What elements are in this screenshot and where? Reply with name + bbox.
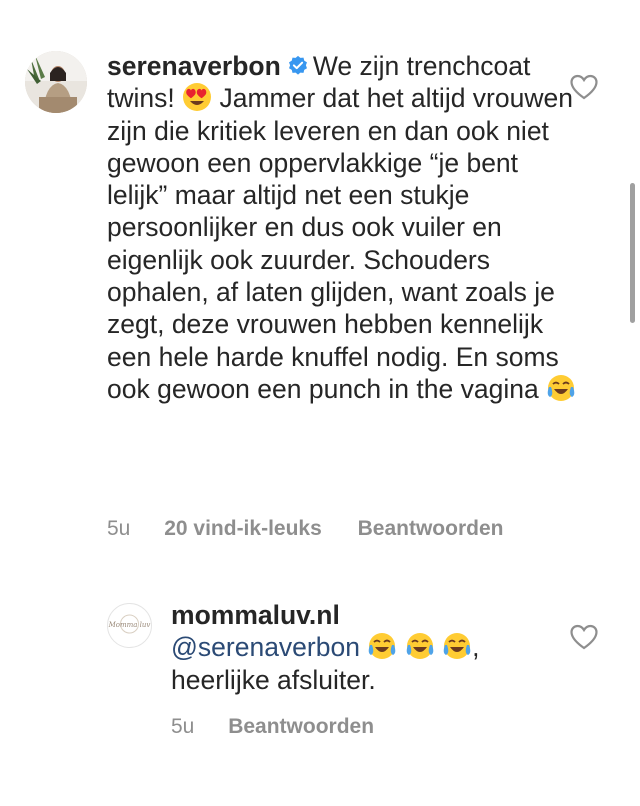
heart-eyes-emoji-icon [183, 83, 212, 112]
tears-of-joy-emoji-icon [547, 374, 575, 401]
scrollbar[interactable] [630, 183, 635, 323]
avatar[interactable] [25, 51, 87, 113]
comment-time: 5u [107, 517, 131, 540]
comment-reply-button[interactable]: Beantwoorden [358, 517, 504, 540]
comment-username[interactable]: serenaverbon [107, 51, 281, 81]
comment-text-part-2: Jammer dat het altijd vrouwen zijn die k… [107, 83, 581, 404]
like-heart-icon[interactable] [570, 74, 598, 100]
tears-of-joy-emoji-icon [443, 633, 471, 660]
reply-avatar[interactable]: Momma luv [107, 603, 152, 648]
avatar-photo-icon [25, 51, 87, 113]
comment-likes-link[interactable]: 20 vind-ik-leuks [164, 517, 322, 540]
reply-reply-button[interactable]: Beantwoorden [228, 715, 374, 738]
tears-of-joy-emoji-icon [369, 633, 396, 660]
reply-username[interactable]: mommaluv.nl [171, 600, 340, 630]
comment-meta: 5u 20 vind-ik-leuks Beantwoorden [107, 517, 503, 541]
comment-text: serenaverbon We zijn trenchcoat twins! Ja… [107, 50, 577, 405]
verified-badge-icon [288, 55, 307, 75]
reply-mention-link[interactable]: @serenaverbon [171, 632, 360, 662]
reply-text: mommaluv.nl @serenaverbon , heerlijke af… [171, 599, 551, 696]
tears-of-joy-emoji-icon [406, 633, 434, 660]
reply-meta: 5u Beantwoorden [171, 715, 374, 739]
logo-text: Momma luv [108, 621, 150, 629]
reply-like-heart-icon[interactable] [570, 624, 598, 650]
mommaluv-logo-icon: Momma luv [108, 604, 151, 647]
reply-time: 5u [171, 715, 195, 738]
